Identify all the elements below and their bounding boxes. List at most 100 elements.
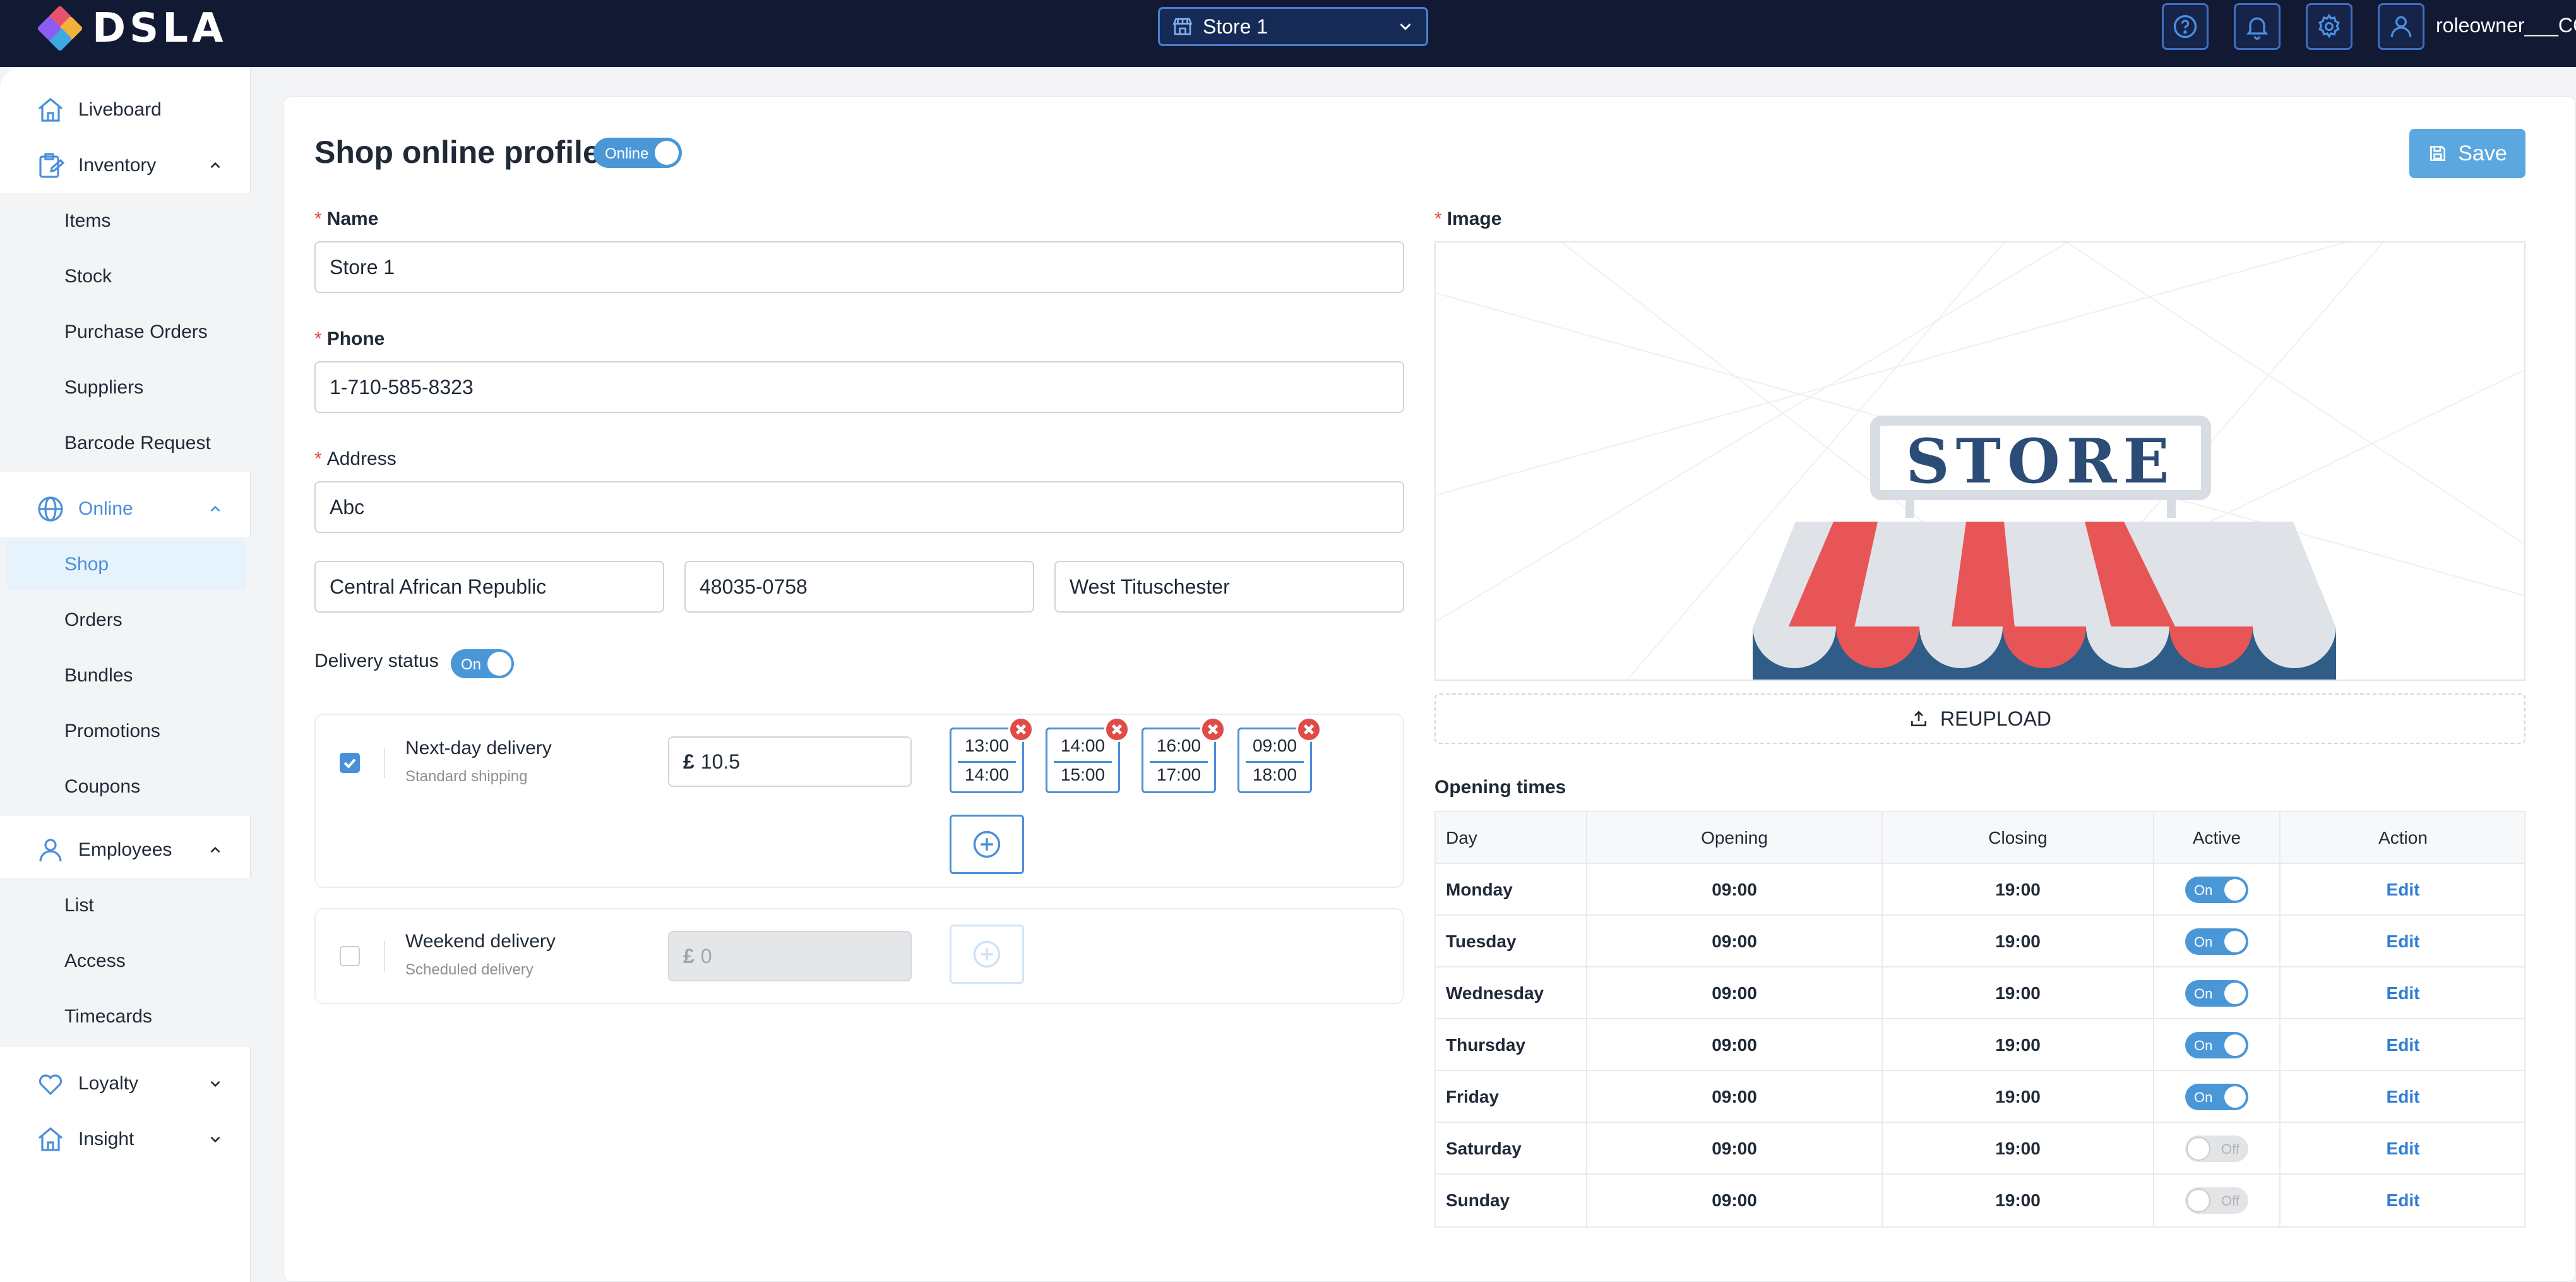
- sidebar-item-label: Insight: [78, 1129, 134, 1149]
- remove-slot-button[interactable]: [1200, 717, 1225, 742]
- notifications-button[interactable]: [2234, 3, 2281, 50]
- sidebar-item-bundles[interactable]: Bundles: [0, 648, 251, 704]
- chevron-up-icon: [210, 846, 220, 853]
- store-icon: [1172, 18, 1193, 35]
- employees-submenu: List Access Timecards: [0, 878, 251, 1047]
- sidebar-item-label: Shop: [64, 554, 109, 575]
- home-icon: [38, 1127, 63, 1151]
- store-selector[interactable]: Store 1: [1158, 7, 1428, 46]
- action-cell: Edit: [2281, 1019, 2525, 1071]
- weekend-checkbox[interactable]: [340, 946, 360, 966]
- user-menu-button[interactable]: [2378, 3, 2424, 50]
- remove-slot-button[interactable]: [1008, 717, 1034, 742]
- name-field[interactable]: Store 1: [314, 241, 1404, 293]
- delivery-status-toggle[interactable]: On: [451, 649, 514, 678]
- inventory-submenu: Items Stock Purchase Orders Suppliers Ba…: [0, 193, 251, 472]
- active-toggle[interactable]: On: [2185, 980, 2248, 1007]
- sidebar-item-liveboard[interactable]: Liveboard: [0, 82, 251, 138]
- day-cell: Friday: [1436, 1071, 1587, 1123]
- sidebar-item-loyalty[interactable]: Loyalty: [0, 1056, 251, 1111]
- sidebar-item-coupons[interactable]: Coupons: [0, 759, 251, 815]
- edit-link[interactable]: Edit: [2387, 932, 2420, 952]
- sidebar-item-online[interactable]: Online: [0, 481, 251, 537]
- active-toggle[interactable]: On: [2185, 1032, 2248, 1058]
- active-toggle[interactable]: On: [2185, 877, 2248, 903]
- closing-cell: 19:00: [1883, 1123, 2154, 1175]
- time-slot[interactable]: 13:00 14:00: [950, 717, 1034, 793]
- closing-cell: 19:00: [1883, 967, 2154, 1019]
- close-icon: [1111, 724, 1123, 735]
- sidebar-item-orders[interactable]: Orders: [0, 592, 251, 648]
- close-icon: [1015, 724, 1027, 735]
- active-toggle[interactable]: Off: [2185, 1187, 2248, 1214]
- save-button[interactable]: Save: [2409, 129, 2525, 178]
- edit-link[interactable]: Edit: [2387, 880, 2420, 900]
- sidebar-item-suppliers[interactable]: Suppliers: [0, 360, 251, 416]
- active-cell: Off: [2154, 1175, 2281, 1226]
- sidebar-item-purchase-orders[interactable]: Purchase Orders: [0, 304, 251, 360]
- opening-cell: 09:00: [1587, 1123, 1883, 1175]
- sidebar-item-insight[interactable]: Insight: [0, 1111, 251, 1167]
- reupload-button[interactable]: REUPLOAD: [1434, 693, 2525, 744]
- toggle-label: On: [2194, 1038, 2213, 1053]
- sidebar-item-access[interactable]: Access: [0, 933, 251, 989]
- city-field[interactable]: West Tituschester: [1054, 561, 1404, 613]
- edit-link[interactable]: Edit: [2387, 1035, 2420, 1055]
- closing-cell: 19:00: [1883, 1175, 2154, 1226]
- weekend-price-field[interactable]: £0: [668, 931, 912, 981]
- sidebar-item-inventory[interactable]: Inventory: [0, 138, 251, 193]
- edit-link[interactable]: Edit: [2387, 1087, 2420, 1107]
- save-icon: [2430, 146, 2446, 161]
- sidebar-item-shop[interactable]: Shop: [0, 537, 251, 592]
- address-field[interactable]: Abc: [314, 481, 1404, 533]
- table-row: Friday 09:00 19:00 On Edit: [1436, 1071, 2524, 1123]
- sidebar-item-label: Stock: [64, 266, 112, 287]
- add-slot-button[interactable]: [950, 925, 1024, 984]
- username[interactable]: roleowner___CC: [2436, 14, 2576, 37]
- sidebar-item-label: Online: [78, 498, 133, 519]
- sidebar: Liveboard Inventory Items Stock Purchase…: [0, 67, 251, 1282]
- active-toggle[interactable]: On: [2185, 928, 2248, 955]
- sidebar-item-label: Timecards: [64, 1006, 152, 1027]
- sidebar-item-list[interactable]: List: [0, 878, 251, 933]
- settings-button[interactable]: [2306, 3, 2352, 50]
- online-status-toggle[interactable]: Online: [593, 138, 682, 168]
- active-toggle[interactable]: Off: [2185, 1135, 2248, 1162]
- toggle-label: On: [461, 656, 482, 673]
- help-button[interactable]: [2162, 3, 2209, 50]
- globe-icon: [38, 496, 63, 522]
- time-slot[interactable]: 09:00 18:00: [1237, 717, 1321, 793]
- time-slot[interactable]: 14:00 15:00: [1046, 717, 1130, 793]
- sidebar-item-label: Loyalty: [78, 1073, 139, 1094]
- sidebar-item-promotions[interactable]: Promotions: [0, 704, 251, 759]
- country-field[interactable]: Central African Republic: [314, 561, 664, 613]
- remove-slot-button[interactable]: [1104, 717, 1130, 742]
- delivery-subtitle: Scheduled delivery: [405, 961, 534, 978]
- time-slot[interactable]: 16:00 17:00: [1142, 717, 1225, 793]
- phone-field[interactable]: 1-710-585-8323: [314, 361, 1404, 413]
- chevron-down-icon: [210, 1081, 220, 1087]
- next-day-price-field[interactable]: £10.5: [668, 736, 912, 787]
- toggle-knob: [2224, 1086, 2246, 1108]
- column-header-opening: Opening: [1587, 812, 1883, 864]
- brand-logo[interactable]: DSLA: [37, 5, 227, 52]
- postcode-field[interactable]: 48035-0758: [684, 561, 1034, 613]
- sidebar-item-employees[interactable]: Employees: [0, 822, 251, 878]
- edit-link[interactable]: Edit: [2387, 1190, 2420, 1211]
- active-toggle[interactable]: On: [2185, 1084, 2248, 1110]
- sidebar-item-label: Orders: [64, 609, 122, 630]
- chevron-down-icon: [1400, 23, 1411, 30]
- sidebar-item-stock[interactable]: Stock: [0, 249, 251, 304]
- remove-slot-button[interactable]: [1296, 717, 1321, 742]
- edit-link[interactable]: Edit: [2387, 983, 2420, 1003]
- next-day-checkbox[interactable]: [340, 753, 360, 773]
- sidebar-item-items[interactable]: Items: [0, 193, 251, 249]
- sidebar-item-barcode-request[interactable]: Barcode Request: [0, 416, 251, 471]
- edit-link[interactable]: Edit: [2387, 1139, 2420, 1159]
- sidebar-item-timecards[interactable]: Timecards: [0, 989, 251, 1045]
- price-value: 0: [700, 944, 712, 967]
- table-header-row: Day Opening Closing Active Action: [1436, 812, 2524, 864]
- add-slot-button[interactable]: [950, 815, 1024, 874]
- slot-to: 17:00: [1156, 765, 1202, 784]
- toggle-label: On: [2194, 934, 2213, 950]
